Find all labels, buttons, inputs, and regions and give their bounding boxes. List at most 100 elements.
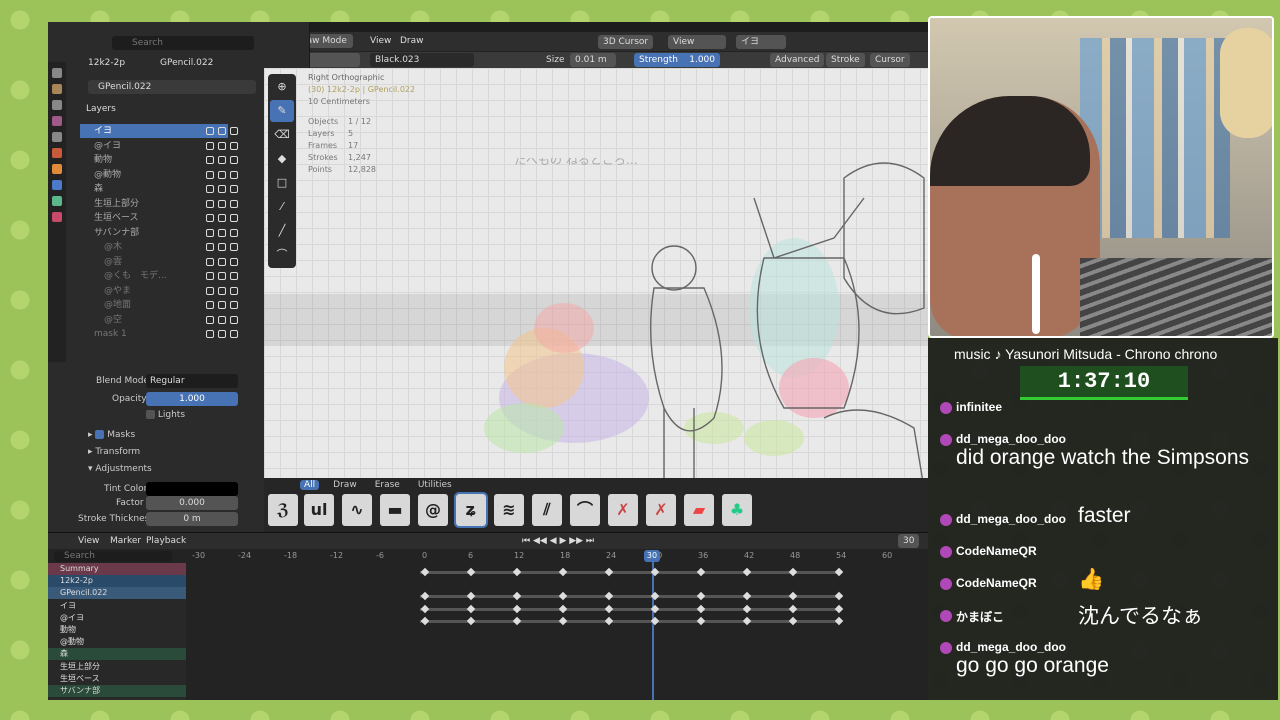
keyframe[interactable] bbox=[834, 616, 844, 626]
brush-curve-icon[interactable]: ⌒ bbox=[570, 494, 600, 526]
layer-item[interactable]: @くも モデ... bbox=[80, 269, 238, 283]
layer-visibility-icons[interactable] bbox=[206, 300, 266, 310]
keyframe[interactable] bbox=[558, 567, 568, 577]
render-tab-icon[interactable] bbox=[52, 84, 62, 94]
world-tab-icon[interactable] bbox=[52, 148, 62, 158]
keyframe[interactable] bbox=[742, 567, 752, 577]
layer-item[interactable]: 森 bbox=[80, 182, 238, 196]
brush-pen-icon[interactable]: ul bbox=[304, 494, 334, 526]
keyframe[interactable] bbox=[604, 604, 614, 613]
keyframe[interactable] bbox=[834, 592, 844, 601]
object-tab-icon[interactable] bbox=[52, 164, 62, 174]
keyframe[interactable] bbox=[604, 616, 614, 626]
keyframe[interactable] bbox=[420, 616, 430, 626]
stroke-thickness-field[interactable]: 0 m bbox=[146, 512, 238, 526]
layer-visibility-icons[interactable] bbox=[206, 126, 266, 136]
brush-hatch-icon[interactable]: ⫽ bbox=[532, 494, 562, 526]
layer-visibility-icons[interactable] bbox=[206, 286, 266, 296]
draw-menu[interactable]: Draw bbox=[394, 33, 430, 49]
strength-field[interactable]: Strength 1.000 bbox=[634, 53, 720, 67]
keyframe[interactable] bbox=[696, 567, 706, 577]
layer-item[interactable]: @動物 bbox=[80, 168, 238, 182]
channel-row[interactable]: イヨ bbox=[48, 600, 186, 612]
box-tool-icon[interactable]: □ bbox=[270, 172, 294, 194]
masks-panel[interactable]: ▸ Masks bbox=[88, 428, 135, 442]
cursor-dropdown[interactable]: Cursor bbox=[870, 53, 910, 67]
layer-item[interactable]: @空 bbox=[80, 313, 238, 327]
channel-row[interactable]: 生垣ベース bbox=[48, 673, 186, 685]
data-block-field[interactable]: GPencil.022 bbox=[88, 80, 256, 94]
keyframe[interactable] bbox=[604, 592, 614, 601]
layer-item[interactable]: サバンナ部 bbox=[80, 226, 238, 240]
channel-row[interactable]: Summary bbox=[48, 563, 186, 575]
channel-row[interactable]: 森 bbox=[48, 648, 186, 661]
adjustments-panel[interactable]: ▾ Adjustments bbox=[88, 462, 152, 476]
scene-tab-icon[interactable] bbox=[52, 132, 62, 142]
view-menu[interactable]: View bbox=[364, 33, 397, 49]
playhead-label[interactable]: 30 bbox=[644, 550, 660, 562]
material-selector[interactable]: Black.023 bbox=[370, 53, 474, 67]
keyframe[interactable] bbox=[742, 616, 752, 626]
timeline-playback-menu[interactable]: Playback bbox=[140, 533, 192, 549]
brush-tab[interactable]: All bbox=[300, 480, 320, 490]
transform-panel[interactable]: ▸ Transform bbox=[88, 445, 140, 459]
brush-fill-icon[interactable]: ▰ bbox=[684, 494, 714, 526]
eyedropper-tool-icon[interactable]: ⁄ bbox=[270, 196, 294, 218]
channel-row[interactable]: 動物 bbox=[48, 624, 186, 636]
draw-tool-icon[interactable]: ✎ bbox=[270, 100, 294, 122]
keyframe[interactable] bbox=[558, 592, 568, 601]
line-tool-icon[interactable]: ╱ bbox=[270, 220, 294, 242]
brush-airbrush-icon[interactable]: @ bbox=[418, 494, 448, 526]
brush-tab[interactable]: Draw bbox=[329, 480, 361, 490]
layer-visibility-icons[interactable] bbox=[206, 184, 266, 194]
3d-viewport[interactable]: ⊕ ✎ ⌫ ◆ □ ⁄ ╱ ⌒ Right Orthographic (30) … bbox=[264, 68, 928, 488]
brush-tint-icon[interactable]: ≋ bbox=[494, 494, 524, 526]
layer-visibility-icons[interactable] bbox=[206, 257, 266, 267]
fill-tool-icon[interactable]: ◆ bbox=[270, 148, 294, 170]
keyframe[interactable] bbox=[466, 592, 476, 601]
cursor-tool-icon[interactable]: ⊕ bbox=[270, 76, 294, 98]
layer-visibility-icons[interactable] bbox=[206, 271, 266, 281]
view-layer-tab-icon[interactable] bbox=[52, 116, 62, 126]
brush-monster-icon[interactable]: ♣ bbox=[722, 494, 752, 526]
lights-checkbox[interactable]: Lights bbox=[146, 408, 185, 422]
play-controls[interactable]: ⏮ ◀◀ ◀ ▶ ▶▶ ⏭ bbox=[516, 533, 600, 549]
advanced-dropdown[interactable]: Advanced bbox=[770, 53, 825, 67]
keyframe[interactable] bbox=[834, 604, 844, 613]
keyframe[interactable] bbox=[788, 592, 798, 601]
keyframe[interactable] bbox=[696, 616, 706, 626]
keyframe[interactable] bbox=[420, 604, 430, 613]
channel-row[interactable]: @動物 bbox=[48, 636, 186, 648]
keyframe[interactable] bbox=[420, 567, 430, 577]
timeline-view-menu[interactable]: View bbox=[72, 533, 105, 549]
keyframe[interactable] bbox=[696, 592, 706, 601]
output-tab-icon[interactable] bbox=[52, 100, 62, 110]
erase-tool-icon[interactable]: ⌫ bbox=[270, 124, 294, 146]
keyframe[interactable] bbox=[466, 616, 476, 626]
brush-ink-icon[interactable]: ℨ bbox=[268, 494, 298, 526]
brush-pencil-icon[interactable]: ∿ bbox=[342, 494, 372, 526]
keyframe[interactable] bbox=[788, 567, 798, 577]
opacity-field[interactable]: 1.000 bbox=[146, 392, 238, 406]
stroke-dropdown[interactable]: Stroke bbox=[826, 53, 865, 67]
keyframe[interactable] bbox=[834, 567, 844, 577]
keyframe[interactable] bbox=[558, 604, 568, 613]
tint-color-swatch[interactable] bbox=[146, 482, 238, 496]
layer-item[interactable]: mask 1 bbox=[80, 327, 238, 341]
timeline-search[interactable]: Search bbox=[54, 551, 172, 562]
material-tab-icon[interactable] bbox=[52, 212, 62, 222]
layer-visibility-icons[interactable] bbox=[206, 315, 266, 325]
modifier-tab-icon[interactable] bbox=[52, 180, 62, 190]
props-search[interactable]: Search bbox=[112, 36, 254, 50]
keyframe[interactable] bbox=[788, 616, 798, 626]
keyframe[interactable] bbox=[742, 604, 752, 613]
brush-eraser-hard-icon[interactable]: ✗ bbox=[646, 494, 676, 526]
layer-visibility-icons[interactable] bbox=[206, 213, 266, 223]
brush-marker-icon[interactable]: ▬ bbox=[380, 494, 410, 526]
keyframe[interactable] bbox=[604, 567, 614, 577]
layer-item[interactable]: 生垣上部分 bbox=[80, 197, 238, 211]
layer-item[interactable]: @雲 bbox=[80, 255, 238, 269]
layer-visibility-icons[interactable] bbox=[206, 199, 266, 209]
brush-pen-selected-icon[interactable]: ʑ bbox=[454, 492, 488, 528]
layer-visibility-icons[interactable] bbox=[206, 242, 266, 252]
